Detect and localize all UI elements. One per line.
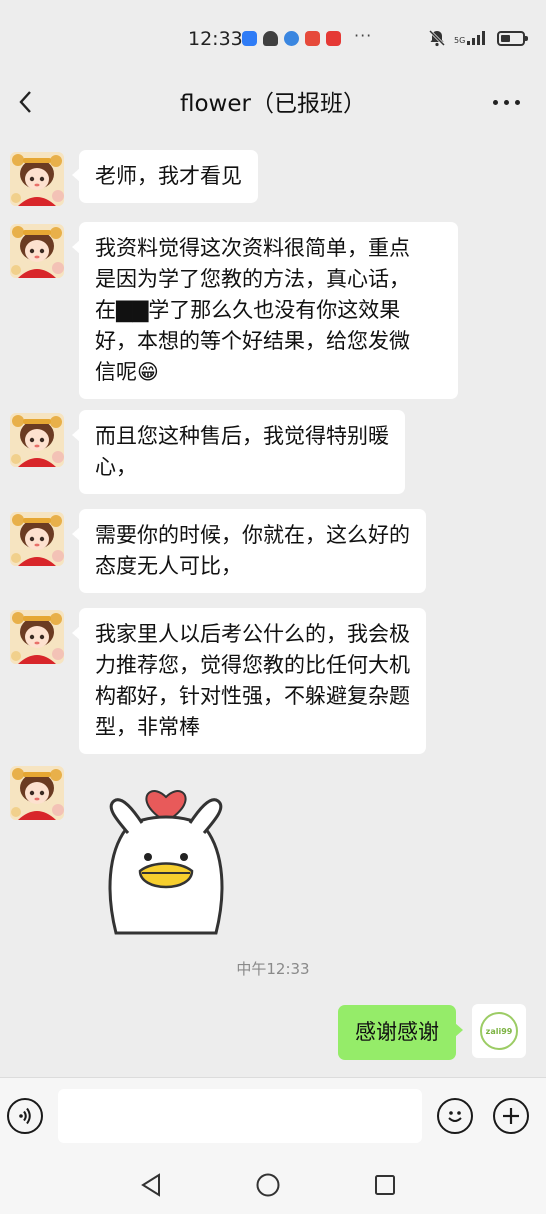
message-line: 构都好，针对性强，不躲避复杂题 bbox=[95, 684, 410, 708]
app-notification-icon bbox=[242, 31, 257, 46]
system-nav-bar bbox=[0, 1153, 546, 1214]
status-time: 12:33 bbox=[188, 28, 243, 50]
more-button[interactable] bbox=[486, 84, 526, 120]
plus-icon bbox=[503, 1108, 519, 1124]
more-dots-icon bbox=[490, 99, 523, 105]
message-line: 型，非常棒 bbox=[95, 715, 200, 739]
battery-icon bbox=[497, 30, 529, 46]
time-divider: 中午12:33 bbox=[236, 960, 310, 978]
outgoing-message-bubble[interactable]: 感谢感谢 bbox=[338, 1005, 463, 1060]
self-avatar[interactable]: zali99 bbox=[472, 1004, 526, 1058]
contact-avatar[interactable] bbox=[10, 766, 64, 820]
message-line: 信呢😁 bbox=[95, 360, 159, 384]
message-line: 态度无人可比， bbox=[95, 554, 242, 578]
plus-button[interactable] bbox=[493, 1098, 529, 1134]
app-notification-icon bbox=[326, 31, 341, 46]
message-bubble[interactable]: 需要你的时候，你就在，这么好的 态度无人可比， bbox=[72, 509, 426, 593]
message-line: 在▇▇学了那么久也没有你这效果 bbox=[95, 298, 401, 322]
input-bar bbox=[0, 1077, 546, 1153]
status-bar: 12:33 ··· 5G bbox=[0, 0, 546, 80]
contact-avatar[interactable] bbox=[10, 610, 64, 664]
message-input[interactable] bbox=[58, 1089, 422, 1143]
message-line: 需要你的时候，你就在，这么好的 bbox=[95, 523, 410, 547]
nav-back-button[interactable] bbox=[133, 1167, 169, 1203]
logo-text: zali99 bbox=[485, 1026, 513, 1036]
message-bubble[interactable]: 老师，我才看见 bbox=[72, 150, 258, 203]
message-line: 我资料觉得这次资料很简单，重点 bbox=[95, 236, 410, 260]
bell-icon bbox=[263, 31, 278, 46]
chat-header: flower（已报班） bbox=[0, 80, 546, 130]
message-line: 力推荐您，觉得您教的比任何大机 bbox=[95, 653, 410, 677]
contact-avatar[interactable] bbox=[10, 413, 64, 467]
message-line: 而且您这种售后，我觉得特别暖 bbox=[95, 424, 389, 448]
more-notifications-icon: ··· bbox=[354, 26, 373, 45]
duck-heart-sticker[interactable] bbox=[96, 763, 236, 935]
message-line: 好，本想的等个好结果，给您发微 bbox=[95, 329, 410, 353]
message-line: 心， bbox=[95, 455, 137, 479]
mute-bell-icon bbox=[428, 29, 446, 47]
triangle-back-icon bbox=[141, 1173, 160, 1197]
message-bubble[interactable]: 我资料觉得这次资料很简单，重点 是因为学了您教的方法，真心话， 在▇▇学了那么久… bbox=[72, 222, 458, 399]
emoji-icon bbox=[448, 1111, 462, 1122]
app-notification-icon bbox=[305, 31, 320, 46]
message-text: 感谢感谢 bbox=[355, 1020, 439, 1044]
message-text: 老师，我才看见 bbox=[95, 164, 242, 188]
nav-home-button[interactable] bbox=[250, 1167, 286, 1203]
logo-image: zali99 bbox=[480, 1012, 518, 1050]
circle-home-icon bbox=[256, 1173, 280, 1197]
voice-button[interactable] bbox=[7, 1098, 43, 1134]
network-label: 5G bbox=[454, 36, 466, 45]
browser-icon bbox=[284, 31, 299, 46]
status-indicators: 5G bbox=[428, 29, 529, 47]
nav-recents-button[interactable] bbox=[367, 1167, 403, 1203]
message-bubble[interactable]: 我家里人以后考公什么的，我会极 力推荐您，觉得您教的比任何大机 构都好，针对性强… bbox=[72, 608, 426, 754]
contact-avatar[interactable] bbox=[10, 224, 64, 278]
signal-indicator: 5G bbox=[454, 31, 486, 45]
message-bubble[interactable]: 而且您这种售后，我觉得特别暖 心， bbox=[72, 410, 405, 494]
message-line: 是因为学了您教的方法，真心话， bbox=[95, 267, 410, 291]
contact-avatar[interactable] bbox=[10, 512, 64, 566]
chat-title: flower（已报班） bbox=[180, 91, 366, 117]
contact-avatar[interactable] bbox=[10, 152, 64, 206]
voice-icon bbox=[19, 1107, 31, 1125]
square-recents-icon bbox=[375, 1175, 395, 1195]
emoji-button[interactable] bbox=[437, 1098, 473, 1134]
message-line: 我家里人以后考公什么的，我会极 bbox=[95, 622, 410, 646]
status-app-icons bbox=[242, 31, 341, 46]
signal-icon bbox=[467, 31, 486, 45]
